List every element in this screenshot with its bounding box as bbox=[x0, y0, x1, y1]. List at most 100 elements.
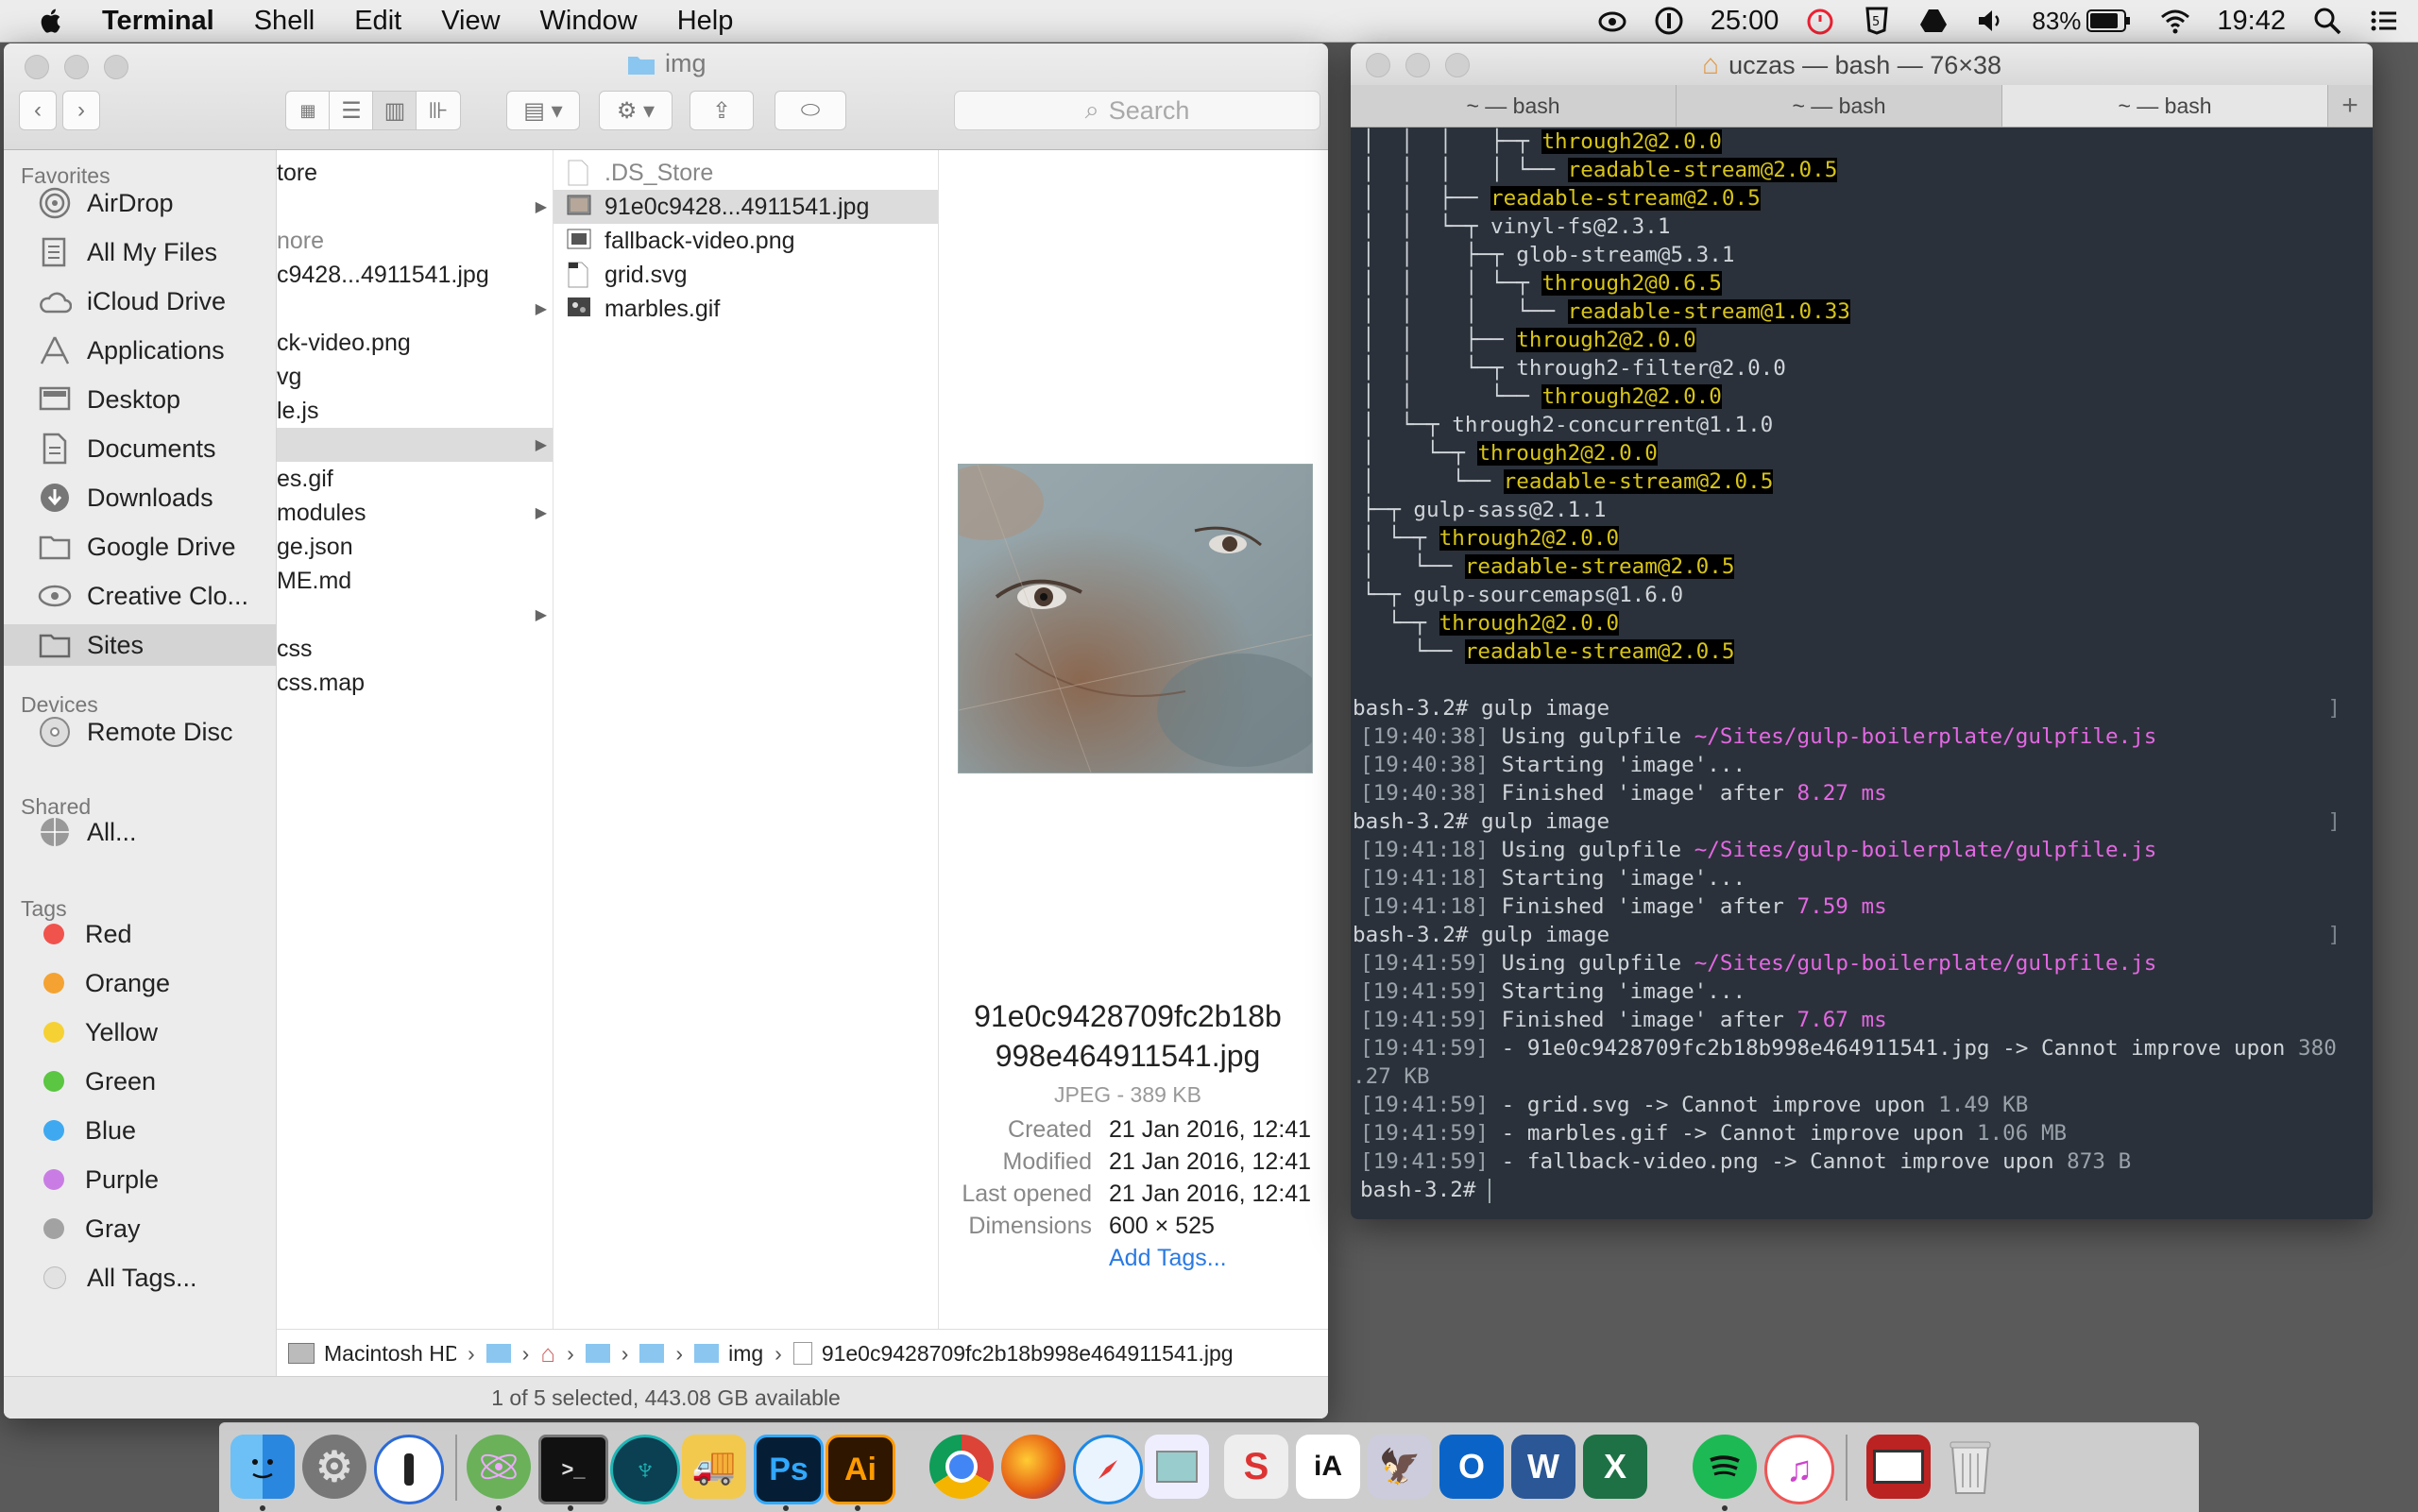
edit-tags-button[interactable]: ⬭ bbox=[775, 91, 846, 130]
battery-icon[interactable] bbox=[2086, 8, 2132, 33]
timer-icon[interactable] bbox=[1805, 6, 1835, 36]
list-item[interactable]: .DS_Store bbox=[553, 156, 938, 190]
sidebar-item-airdrop[interactable]: AirDrop bbox=[4, 182, 276, 224]
list-item[interactable]: vg bbox=[277, 360, 301, 394]
photo-booth-icon[interactable] bbox=[1866, 1435, 1931, 1499]
sidebar-item-desktop[interactable]: Desktop bbox=[4, 379, 276, 420]
creative-cloud-status-icon[interactable] bbox=[1597, 6, 1627, 36]
pomodoro-timer[interactable]: 25:00 bbox=[1711, 6, 1779, 37]
list-item-selected[interactable]: 91e0c9428...4911541.jpg bbox=[553, 190, 938, 224]
sidebar-item-shared-all[interactable]: All... bbox=[4, 811, 276, 853]
forward-button[interactable]: › bbox=[62, 91, 100, 130]
tab-bash-2[interactable]: ~ — bash bbox=[1677, 85, 2002, 127]
finder-icon[interactable] bbox=[230, 1435, 295, 1499]
battery-percentage[interactable]: 83% bbox=[2032, 7, 2081, 36]
sidebar-tag-all[interactable]: All Tags... bbox=[4, 1257, 276, 1299]
list-item[interactable]: css bbox=[277, 632, 313, 666]
menu-view[interactable]: View bbox=[441, 6, 500, 37]
list-item[interactable]: es.gif bbox=[277, 462, 333, 496]
itunes-icon[interactable]: ♫ bbox=[1764, 1435, 1834, 1504]
path-segment-users[interactable] bbox=[485, 1344, 511, 1363]
path-segment-home[interactable]: ⌂ bbox=[540, 1339, 555, 1368]
photoshop-icon[interactable]: Ps bbox=[754, 1435, 824, 1504]
action-button[interactable]: ⚙ ▾ bbox=[599, 91, 673, 130]
clock[interactable]: 19:42 bbox=[2217, 6, 2286, 37]
preview-icon[interactable] bbox=[1145, 1435, 1209, 1499]
list-item[interactable]: grid.svg bbox=[553, 258, 938, 292]
cover-flow-button[interactable]: ⊪ bbox=[416, 91, 461, 130]
list-item[interactable]: css.map bbox=[277, 666, 365, 700]
list-item[interactable]: ▶ bbox=[277, 292, 553, 326]
list-item[interactable]: tore bbox=[277, 156, 317, 190]
close-button[interactable] bbox=[1366, 53, 1390, 77]
safari-icon[interactable] bbox=[1073, 1435, 1143, 1504]
terminal-output[interactable]: │ │ │ ├─┬ through2@2.0.0 │ │ │ │ └── rea… bbox=[1351, 127, 2373, 1219]
list-item[interactable]: modules ▶ bbox=[277, 496, 553, 530]
trash-icon[interactable] bbox=[1938, 1435, 2002, 1499]
list-view-button[interactable]: ☰ bbox=[329, 91, 374, 130]
search-field[interactable]: ⌕ Search bbox=[954, 91, 1320, 130]
list-item[interactable]: c9428...4911541.jpg bbox=[277, 258, 489, 292]
path-segment-project[interactable] bbox=[639, 1344, 665, 1363]
spotify-icon[interactable] bbox=[1693, 1435, 1757, 1499]
menu-shell[interactable]: Shell bbox=[254, 6, 315, 37]
gitkraken-icon[interactable]: ♆ bbox=[610, 1435, 680, 1504]
notification-center-icon[interactable] bbox=[2369, 6, 2399, 36]
tab-bash-3[interactable]: ~ — bash bbox=[2002, 85, 2328, 127]
sidebar-tag-purple[interactable]: Purple bbox=[4, 1159, 276, 1200]
ia-writer-icon[interactable]: iA bbox=[1296, 1435, 1360, 1499]
sidebar-item-remote-disc[interactable]: Remote Disc bbox=[4, 711, 276, 753]
new-tab-button[interactable]: + bbox=[2328, 85, 2372, 127]
sidebar-item-sites[interactable]: Sites bbox=[4, 624, 276, 666]
sketch-icon[interactable]: S bbox=[1224, 1435, 1288, 1499]
sidebar-item-applications[interactable]: Applications bbox=[4, 330, 276, 371]
path-segment-file[interactable]: 91e0c9428709fc2b18b998e464911541.jpg bbox=[792, 1341, 1234, 1367]
outlook-icon[interactable]: O bbox=[1439, 1435, 1504, 1499]
sidebar-tag-blue[interactable]: Blue bbox=[4, 1110, 276, 1151]
spotlight-search-icon[interactable] bbox=[2312, 6, 2342, 36]
list-item[interactable]: marbles.gif bbox=[553, 292, 938, 326]
path-segment-sites[interactable] bbox=[585, 1344, 610, 1363]
list-item-selected[interactable]: ▶ bbox=[277, 428, 553, 462]
zoom-button[interactable] bbox=[1445, 53, 1470, 77]
sidebar-tag-green[interactable]: Green bbox=[4, 1061, 276, 1102]
1password-status-icon[interactable] bbox=[1654, 6, 1684, 36]
firefox-icon[interactable] bbox=[1001, 1435, 1065, 1499]
list-item[interactable]: fallback-video.png bbox=[553, 224, 938, 258]
google-drive-status-icon[interactable] bbox=[1918, 6, 1949, 36]
menu-edit[interactable]: Edit bbox=[354, 6, 401, 37]
1password-icon[interactable] bbox=[374, 1435, 444, 1504]
list-item[interactable]: ▶ bbox=[277, 190, 553, 224]
column-view-button[interactable]: ▥ bbox=[372, 91, 417, 130]
minimize-button[interactable] bbox=[64, 55, 89, 79]
tab-bash-1[interactable]: ~ — bash bbox=[1351, 85, 1677, 127]
share-button[interactable]: ⇪ bbox=[690, 91, 754, 130]
list-item[interactable]: ▶ bbox=[277, 598, 553, 632]
menu-window[interactable]: Window bbox=[540, 6, 638, 37]
minimize-button[interactable] bbox=[1405, 53, 1430, 77]
path-segment-disk[interactable]: Macintosh HD bbox=[288, 1341, 456, 1367]
list-item[interactable]: ge.json bbox=[277, 530, 353, 564]
transmit-icon[interactable]: 🚚 bbox=[682, 1435, 746, 1499]
prompt-line-current[interactable]: bash-3.2# bbox=[1360, 1176, 1491, 1204]
sidebar-item-documents[interactable]: Documents bbox=[4, 428, 276, 469]
sidebar-tag-yellow[interactable]: Yellow bbox=[4, 1011, 276, 1053]
back-button[interactable]: ‹ bbox=[19, 91, 57, 130]
arrange-button[interactable]: ▤ ▾ bbox=[506, 91, 580, 130]
illustrator-icon[interactable]: Ai bbox=[826, 1435, 895, 1504]
atom-icon[interactable] bbox=[467, 1435, 531, 1499]
sidebar-item-google-drive[interactable]: Google Drive bbox=[4, 526, 276, 568]
html5-icon[interactable]: 5 bbox=[1862, 6, 1892, 36]
terminal-icon[interactable]: >_ bbox=[538, 1435, 608, 1504]
wifi-icon[interactable] bbox=[2160, 6, 2190, 36]
migration-icon[interactable]: 🦅 bbox=[1368, 1435, 1432, 1499]
close-button[interactable] bbox=[25, 55, 49, 79]
sidebar-item-creative-cloud[interactable]: Creative Clo... bbox=[4, 575, 276, 617]
word-icon[interactable]: W bbox=[1511, 1435, 1575, 1499]
sidebar-tag-orange[interactable]: Orange bbox=[4, 962, 276, 1004]
path-segment-img[interactable]: img bbox=[694, 1341, 763, 1367]
chrome-icon[interactable] bbox=[929, 1435, 994, 1499]
sidebar-tag-gray[interactable]: Gray bbox=[4, 1208, 276, 1249]
menu-help[interactable]: Help bbox=[677, 6, 734, 37]
sidebar-item-icloud-drive[interactable]: iCloud Drive bbox=[4, 280, 276, 322]
